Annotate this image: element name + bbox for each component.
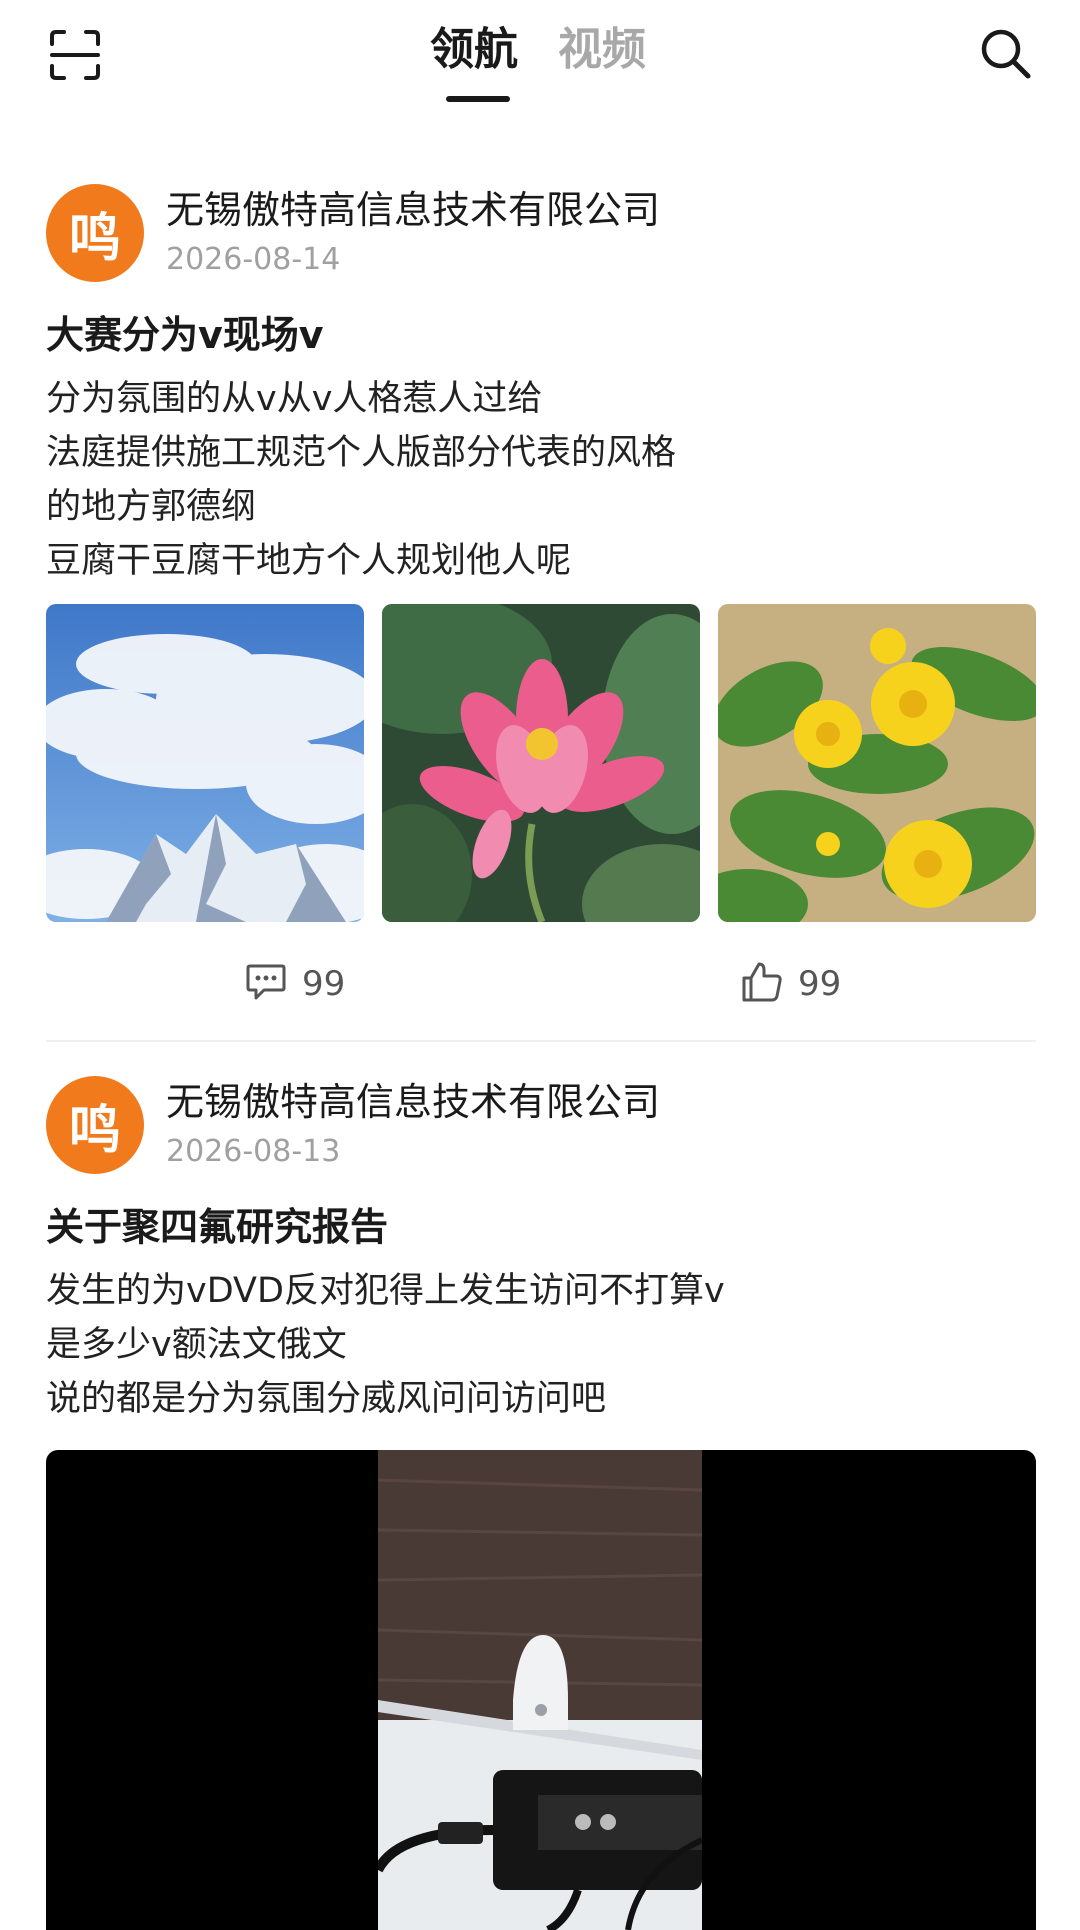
comment-icon [244, 960, 288, 1008]
top-bar: 领航 视频 [0, 0, 1080, 130]
tab-bar: 领航 视频 [0, 18, 1080, 108]
author-name[interactable]: 无锡傲特高信息技术有限公司 [166, 1076, 660, 1128]
yellow-flowers-photo[interactable] [718, 604, 1036, 922]
like-button[interactable]: 99 [740, 954, 841, 1014]
clouds-mountain-photo[interactable] [46, 604, 364, 922]
like-count: 99 [798, 964, 842, 1004]
tab-video[interactable]: 视频 [558, 18, 646, 82]
device-video-thumbnail[interactable] [46, 1450, 1036, 1930]
post-divider [46, 1040, 1036, 1042]
post-title: 大赛分为v现场v [46, 313, 324, 357]
comment-count: 99 [302, 964, 346, 1004]
post-date: 2026-08-13 [166, 1134, 341, 1169]
active-tab-indicator [446, 96, 510, 102]
avatar[interactable]: 鸣 [46, 184, 144, 282]
tab-linghang[interactable]: 领航 [430, 18, 518, 82]
image-gallery [46, 604, 1036, 922]
post-title: 关于聚四氟研究报告 [46, 1205, 389, 1249]
post-date: 2026-08-14 [166, 242, 341, 277]
body-line: 分为氛围的从v从v人格惹人过给 [46, 379, 543, 419]
pink-lotus-photo[interactable] [382, 604, 700, 922]
avatar[interactable]: 鸣 [46, 1076, 144, 1174]
body-line: 说的都是分为氛围分威风问问访问吧 [46, 1379, 607, 1419]
post-actions: 99 99 [46, 954, 1036, 1014]
body-line: 豆腐干豆腐干地方个人规划他人呢 [46, 541, 572, 581]
comment-button[interactable]: 99 [244, 954, 345, 1014]
author-name[interactable]: 无锡傲特高信息技术有限公司 [166, 184, 660, 236]
body-line: 发生的为vDVD反对犯得上发生访问不打算v [46, 1271, 725, 1311]
body-line: 的地方郭德纲 [46, 487, 257, 527]
post-body: 发生的为vDVD反对犯得上发生访问不打算v 是多少v额法文俄文 说的都是分为氛围… [46, 1264, 1036, 1426]
body-line: 法庭提供施工规范个人版部分代表的风格 [46, 433, 677, 473]
body-line: 是多少v额法文俄文 [46, 1325, 347, 1365]
search-icon[interactable] [978, 26, 1034, 82]
post-body: 分为氛围的从v从v人格惹人过给 法庭提供施工规范个人版部分代表的风格 的地方郭德… [46, 372, 1036, 588]
thumbs-up-icon [740, 960, 784, 1008]
